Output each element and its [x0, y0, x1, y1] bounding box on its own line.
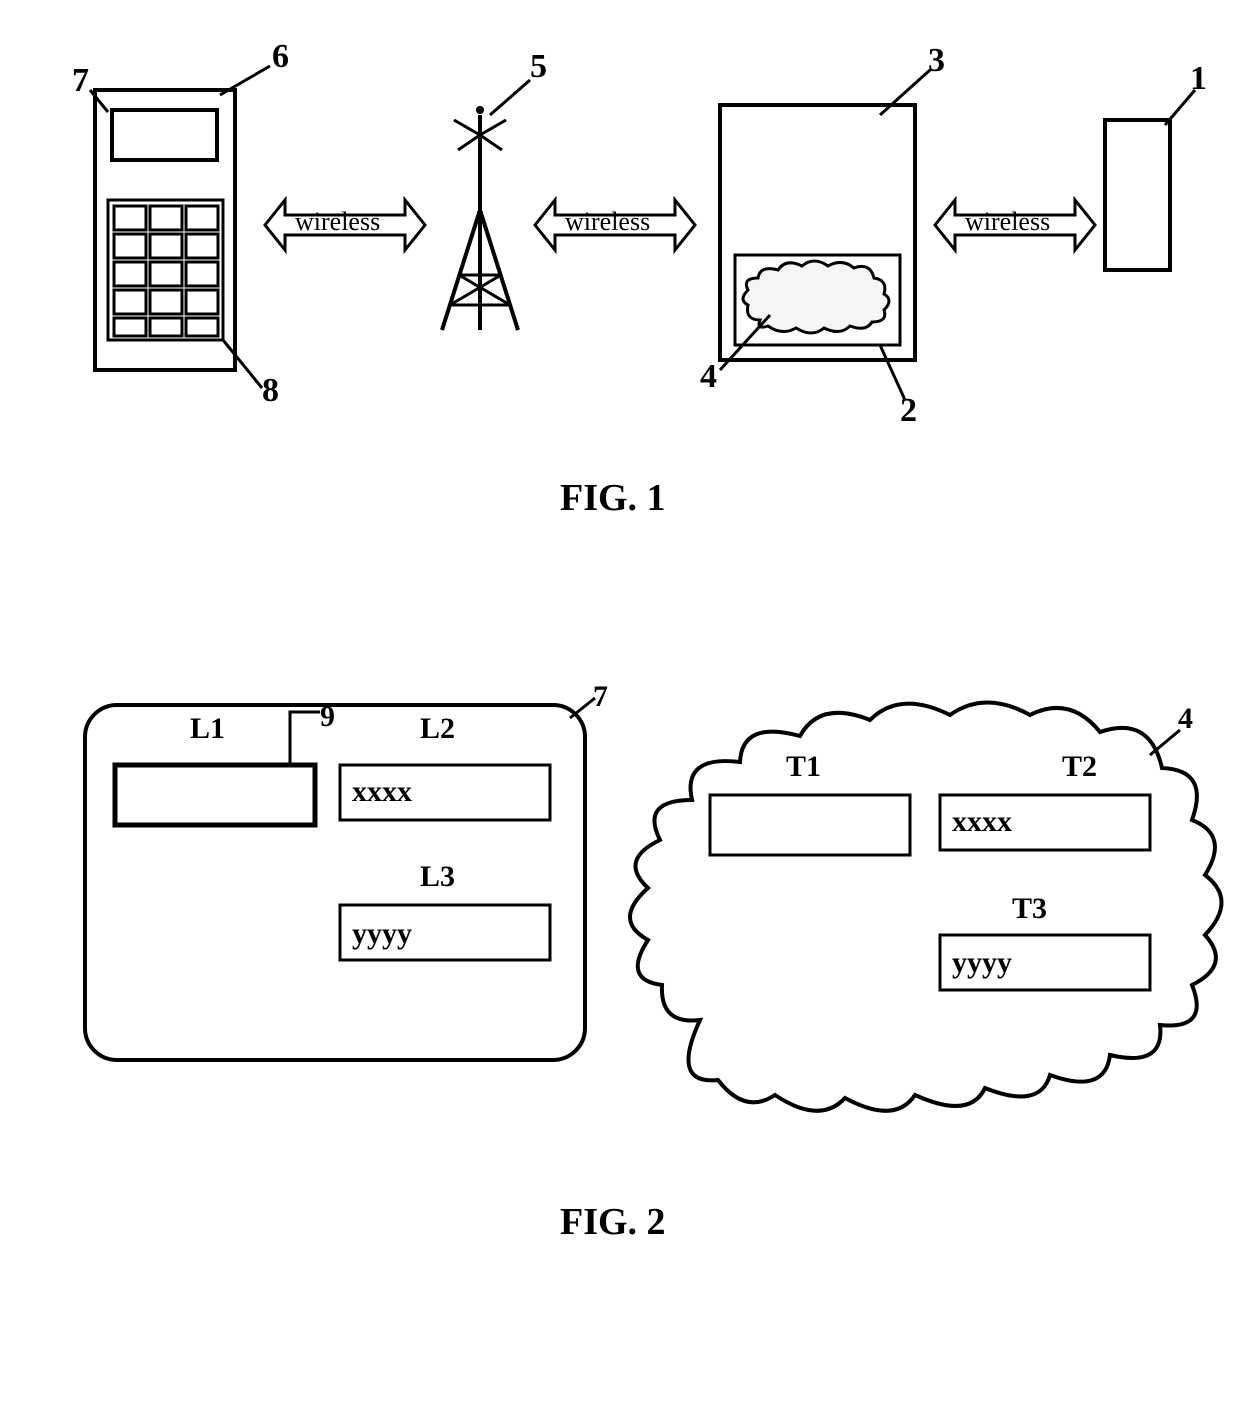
phone-device: [95, 90, 235, 370]
wireless-label-1: wireless: [295, 207, 380, 237]
callout-5: [490, 80, 530, 115]
cloud-4: [630, 703, 1222, 1111]
callout-8-label: 8: [262, 372, 279, 410]
cell-tower: [442, 106, 518, 330]
callout-7-line-fig2: [570, 698, 595, 718]
label-T2: T2: [1062, 750, 1097, 784]
label-T1: T1: [786, 750, 821, 784]
callout-6: [220, 66, 270, 95]
callout-2-label: 2: [900, 392, 917, 430]
fig2-caption: FIG. 2: [560, 1200, 666, 1244]
wireless-label-2: wireless: [565, 207, 650, 237]
callout-4-label-fig1: 4: [700, 358, 717, 396]
label-L3: L3: [420, 860, 455, 894]
callout-4-label-fig2: 4: [1178, 702, 1193, 736]
fig1-caption: FIG. 1: [560, 476, 666, 520]
value-T2: xxxx: [952, 805, 1012, 839]
box-3-container: [720, 105, 915, 360]
label-L2: L2: [420, 712, 455, 746]
callout-1: 1: [1190, 60, 1207, 98]
callout-6-label: 6: [272, 38, 289, 76]
wireless-label-3: wireless: [965, 207, 1050, 237]
figure-1: [0, 0, 1240, 520]
value-L3: yyyy: [352, 917, 412, 951]
callout-3-label: 3: [928, 42, 945, 80]
value-T3: yyyy: [952, 946, 1012, 980]
callout-4-line-fig2: [1150, 730, 1180, 755]
figure-2: [0, 660, 1240, 1260]
label-L1: L1: [190, 712, 225, 746]
callout-7-label-fig2: 7: [593, 680, 608, 714]
callout-9-label: 9: [320, 700, 335, 734]
label-T3: T3: [1012, 892, 1047, 926]
value-L2: xxxx: [352, 775, 412, 809]
callout-7-label-fig1: 7: [72, 62, 89, 100]
screen-7: [85, 705, 585, 1060]
callout-5-label: 5: [530, 48, 547, 86]
box-1: [1105, 120, 1170, 270]
